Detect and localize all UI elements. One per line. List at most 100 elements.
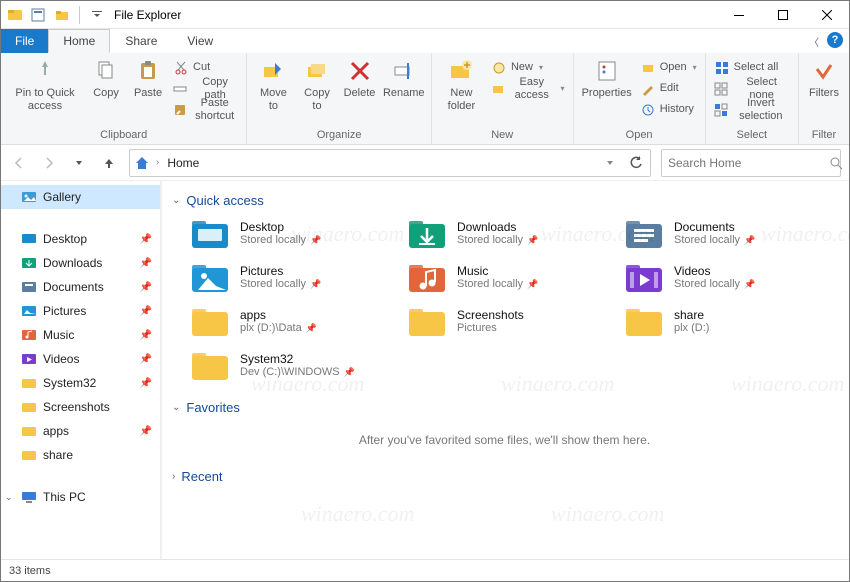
item-subtitle: Dev (C:)\WINDOWS 📌 bbox=[240, 366, 355, 378]
new-folder-icon bbox=[447, 57, 475, 85]
window-title: File Explorer bbox=[114, 8, 181, 22]
qat-customize-button[interactable] bbox=[86, 4, 108, 26]
quick-access-item[interactable]: share plx (D:) bbox=[624, 304, 831, 338]
quick-access-item[interactable]: Videos Stored locally 📌 bbox=[624, 260, 831, 294]
history-button[interactable]: History bbox=[636, 99, 701, 120]
group-clipboard-label: Clipboard bbox=[5, 127, 242, 144]
navigation-bar: › Home bbox=[1, 145, 849, 181]
quick-access-item[interactable]: Downloads Stored locally 📌 bbox=[407, 216, 614, 250]
pin-icon: 📌 bbox=[744, 235, 755, 246]
refresh-button[interactable] bbox=[626, 153, 646, 173]
pin-to-quick-access-button[interactable]: Pin to Quick access bbox=[5, 55, 85, 112]
back-button[interactable] bbox=[9, 153, 29, 173]
quick-access-item[interactable]: Pictures Stored locally 📌 bbox=[190, 260, 397, 294]
tab-file[interactable]: File bbox=[1, 29, 48, 53]
tab-view[interactable]: View bbox=[172, 29, 228, 53]
pin-icon: 📌 bbox=[527, 279, 538, 290]
paste-button[interactable]: Paste bbox=[127, 55, 169, 100]
delete-button[interactable]: Delete bbox=[339, 55, 381, 100]
up-button[interactable] bbox=[99, 153, 119, 173]
group-organize-label: Organize bbox=[251, 127, 427, 144]
navpane-share[interactable]: share bbox=[1, 443, 160, 467]
close-button[interactable] bbox=[805, 1, 849, 29]
easy-access-button[interactable]: Easy access▾ bbox=[487, 78, 569, 99]
address-dropdown-button[interactable] bbox=[600, 153, 620, 173]
copy-icon bbox=[92, 57, 120, 85]
ribbon: Pin to Quick access Copy Paste Cut Copy … bbox=[1, 53, 849, 145]
favorites-empty-message: After you've favorited some files, we'll… bbox=[168, 423, 841, 465]
item-name: share bbox=[674, 308, 709, 322]
new-item-button[interactable]: New▾ bbox=[487, 57, 569, 78]
quick-access-item[interactable]: apps plx (D:)\Data 📌 bbox=[190, 304, 397, 338]
item-name: Videos bbox=[674, 264, 755, 278]
pin-icon bbox=[31, 57, 59, 85]
content-pane[interactable]: ⌄Quick access Desktop Stored locally 📌 D… bbox=[161, 181, 849, 559]
tab-home[interactable]: Home bbox=[48, 29, 110, 53]
qat-new-folder-button[interactable] bbox=[51, 4, 73, 26]
section-quick-access[interactable]: ⌄Quick access bbox=[168, 189, 841, 216]
folder-icon bbox=[624, 304, 664, 338]
quick-access-item[interactable]: Desktop Stored locally 📌 bbox=[190, 216, 397, 250]
recent-locations-button[interactable] bbox=[69, 153, 89, 173]
chevron-right-icon[interactable]: ⌄ bbox=[5, 492, 13, 503]
tab-share[interactable]: Share bbox=[110, 29, 172, 53]
paste-shortcut-button[interactable]: Paste shortcut bbox=[169, 99, 242, 120]
pin-icon: 📌 bbox=[744, 279, 755, 290]
navpane-this-pc[interactable]: ⌄This PC bbox=[1, 485, 160, 509]
cut-button[interactable]: Cut bbox=[169, 57, 242, 78]
copy-to-button[interactable]: Copy to bbox=[296, 55, 339, 112]
select-none-button[interactable]: Select none bbox=[710, 78, 794, 99]
move-to-button[interactable]: Move to bbox=[251, 55, 295, 112]
open-button[interactable]: Open▾ bbox=[636, 57, 701, 78]
qat-properties-button[interactable] bbox=[27, 4, 49, 26]
quick-access-item[interactable]: Music Stored locally 📌 bbox=[407, 260, 614, 294]
search-box[interactable] bbox=[661, 149, 841, 177]
quick-access-toolbar bbox=[27, 4, 108, 26]
breadcrumb-home[interactable]: Home bbox=[165, 156, 201, 170]
rename-button[interactable]: Rename bbox=[381, 55, 427, 100]
navpane-music[interactable]: Music📌 bbox=[1, 323, 160, 347]
folder-icon bbox=[190, 304, 230, 338]
copy-button[interactable]: Copy bbox=[85, 55, 127, 100]
item-name: Documents bbox=[674, 220, 755, 234]
edit-button[interactable]: Edit bbox=[636, 78, 701, 99]
navpane-apps[interactable]: apps📌 bbox=[1, 419, 160, 443]
filters-icon bbox=[810, 57, 838, 85]
navpane-downloads[interactable]: Downloads📌 bbox=[1, 251, 160, 275]
navigation-pane[interactable]: Gallery Desktop📌 Downloads📌 Documents📌 P… bbox=[1, 181, 161, 559]
navpane-pictures[interactable]: Pictures📌 bbox=[1, 299, 160, 323]
item-name: System32 bbox=[240, 352, 355, 366]
group-select-label: Select bbox=[710, 127, 794, 144]
help-button[interactable]: ? bbox=[827, 32, 843, 48]
minimize-button[interactable] bbox=[717, 1, 761, 29]
new-folder-button[interactable]: New folder bbox=[436, 55, 487, 112]
maximize-button[interactable] bbox=[761, 1, 805, 29]
invert-selection-button[interactable]: Invert selection bbox=[710, 99, 794, 120]
quick-access-item[interactable]: Documents Stored locally 📌 bbox=[624, 216, 831, 250]
copy-path-button[interactable]: Copy path bbox=[169, 78, 242, 99]
paste-shortcut-icon bbox=[173, 102, 187, 118]
quick-access-item[interactable]: System32 Dev (C:)\WINDOWS 📌 bbox=[190, 348, 397, 382]
address-bar[interactable]: › Home bbox=[129, 149, 651, 177]
folder-icon bbox=[21, 423, 37, 439]
properties-button[interactable]: Properties bbox=[578, 55, 636, 100]
item-subtitle: Stored locally 📌 bbox=[457, 234, 538, 246]
section-recent[interactable]: ›Recent bbox=[168, 465, 841, 492]
section-favorites[interactable]: ⌄Favorites bbox=[168, 396, 841, 423]
select-all-button[interactable]: Select all bbox=[710, 57, 794, 78]
navpane-videos[interactable]: Videos📌 bbox=[1, 347, 160, 371]
navpane-documents[interactable]: Documents📌 bbox=[1, 275, 160, 299]
navpane-gallery[interactable]: Gallery bbox=[1, 185, 160, 209]
item-name: apps bbox=[240, 308, 317, 322]
forward-button[interactable] bbox=[39, 153, 59, 173]
collapse-ribbon-button[interactable]: 〈 bbox=[809, 34, 819, 49]
group-filter-label: Filter bbox=[803, 127, 845, 144]
search-input[interactable] bbox=[668, 156, 823, 170]
navpane-screenshots[interactable]: Screenshots bbox=[1, 395, 160, 419]
filters-button[interactable]: Filters bbox=[803, 55, 845, 100]
navpane-desktop[interactable]: Desktop📌 bbox=[1, 227, 160, 251]
music-icon bbox=[407, 260, 447, 294]
navpane-system32[interactable]: System32📌 bbox=[1, 371, 160, 395]
chevron-right-icon[interactable]: › bbox=[156, 157, 159, 168]
quick-access-item[interactable]: Screenshots Pictures bbox=[407, 304, 614, 338]
